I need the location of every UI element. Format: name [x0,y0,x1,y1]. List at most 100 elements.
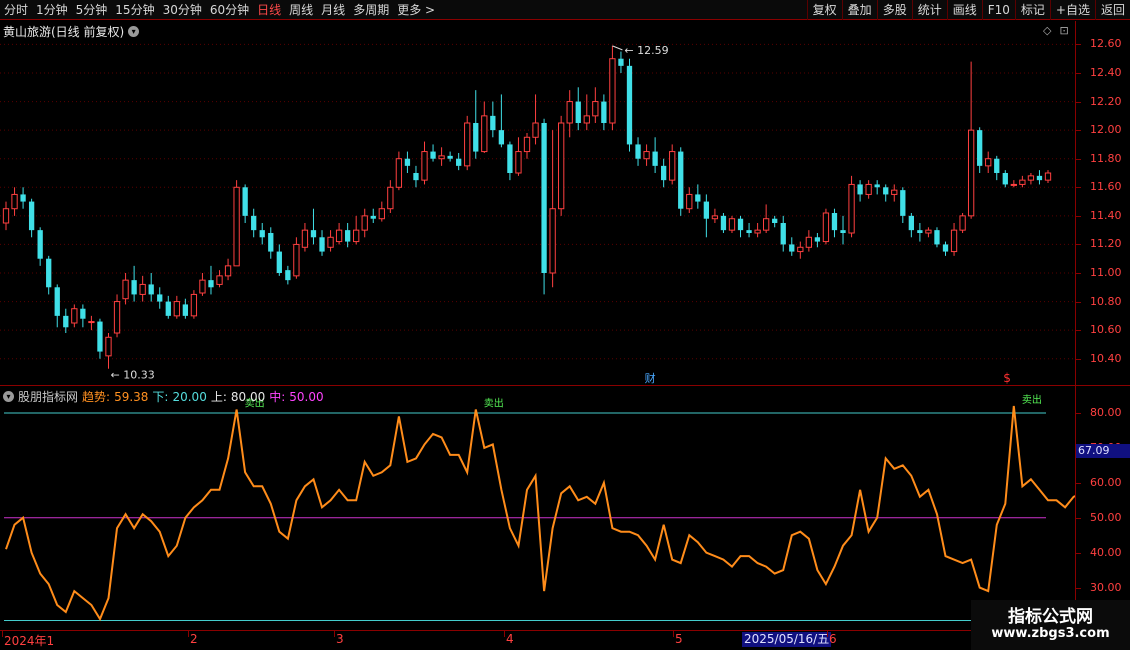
diamond-icon[interactable]: ◇ [1043,24,1051,37]
dividend-event-marker[interactable]: $ [1003,371,1011,385]
candle-body-down [661,165,667,181]
toolbar-button-1[interactable]: 叠加 [841,0,877,20]
low-price-label: ← 10.33 [110,369,154,382]
candle-body-down [242,187,248,216]
candle-body-up [199,279,206,294]
candle-body-down [498,130,505,145]
toolbar-button-5[interactable]: F10 [981,0,1015,20]
candle-body-down [268,233,274,252]
toolbar-button-7[interactable]: +自选 [1049,0,1095,20]
candle-body-up [643,151,650,160]
period-tab-7[interactable]: 周线 [285,0,317,20]
period-tab-5[interactable]: 60分钟 [206,0,253,20]
toolbar-button-3[interactable]: 统计 [911,0,947,20]
candle-body-down [37,230,43,259]
candle-body-up [532,122,539,138]
candle-body-down [575,101,581,123]
stock-title-bar[interactable]: 黄山旅游(日线 前复权) ▾ [3,23,140,40]
date-axis-label: 2024年1 [4,634,55,648]
toolbar-button-4[interactable]: 画线 [946,0,982,20]
period-tab-6[interactable]: 日线 [253,0,285,20]
period-tab-4[interactable]: 30分钟 [159,0,206,20]
toolbar-button-2[interactable]: 多股 [876,0,912,20]
candle-body-down [942,244,949,252]
chevron-down-icon[interactable]: ▾ [3,391,14,402]
price-axis-tick [1076,44,1081,46]
indicator-header[interactable]: ▾ 股朋指标网 趋势: 59.38 下: 20.00 上: 80.00 中: 5… [3,388,324,405]
candle-body-up [327,236,334,248]
price-axis-tick [1076,301,1081,303]
mid-value: 50.00 [289,389,324,404]
candle-body-up [711,215,719,220]
date-axis-label: 5 [675,632,683,646]
candle-body-down [883,187,889,195]
candle-body-down [490,115,496,131]
candle-body-down [772,218,778,223]
candle-body-up [865,183,872,195]
price-axis-tick [1076,215,1081,217]
watermark-url: www.zbgs3.com [991,626,1110,641]
toolbar-button-8[interactable]: 返回 [1094,0,1130,20]
candle-body-up [301,229,309,248]
indicator-axis-label: 30.00 [1090,580,1122,594]
period-tab-0[interactable]: 分时 [0,0,32,20]
chart-corner-icons: ◇ ⊡ [1043,24,1069,37]
period-tab-10[interactable]: 更多 > [393,0,439,20]
candle-body-up [950,229,958,253]
price-axis-label: 11.60 [1090,180,1122,194]
toolbar-button-0[interactable]: 复权 [806,0,842,20]
candle-body-down [310,230,317,238]
candle-body-down [447,155,453,159]
trend-key: 趋势: [82,390,111,404]
indicator-chart[interactable]: 卖出 卖出 卖出 [0,386,1075,630]
period-tab-3[interactable]: 15分钟 [111,0,158,20]
price-axis-tick [1076,187,1081,189]
candle-body-down [97,321,103,352]
candle-body-down [814,237,821,242]
candle-body-up [88,321,95,324]
candle-body-down [720,215,727,231]
candle-body-down [157,294,163,302]
chevron-down-icon[interactable]: ▾ [128,26,140,37]
candle-body-down [678,151,684,209]
toolbar-button-6[interactable]: 标记 [1014,0,1050,20]
candle-body-down [165,301,171,316]
toolbar-right-buttons: 复权 叠加 多股 统计 画线 F10 标记 +自选 返回 [806,0,1130,20]
candle-body-up [967,129,975,217]
settings-icon[interactable]: ⊡ [1059,24,1068,37]
candle-body-down [259,230,265,238]
candle-body-down [285,270,291,281]
sell-signal-label: 卖出 [484,396,504,409]
candle-body-down [917,230,923,233]
candle-body-down [473,123,479,152]
mid-key: 中: [269,390,286,404]
candle-body-down [404,158,411,166]
period-tab-2[interactable]: 5分钟 [72,0,112,20]
price-axis-label: 12.40 [1090,66,1122,79]
candle-body-down [789,244,795,252]
candle-body-up [71,308,78,324]
date-axis-label: 3 [336,632,344,646]
indicator-axis-tick [1076,517,1081,519]
indicator-axis-tick [1076,412,1081,414]
candle-body-down [695,194,701,202]
price-chart[interactable]: ← 12.59 ← 10.33 财 $ [0,21,1075,385]
indicator-axis-label: 80.00 [1090,405,1122,419]
candle-body-up [805,236,813,248]
candle-body-down [208,280,214,288]
period-tab-1[interactable]: 1分钟 [32,0,72,20]
candle-body-up [592,101,599,117]
candle-body-down [840,230,846,233]
upper-value: 80.00 [230,389,266,404]
period-tab-8[interactable]: 月线 [317,0,349,20]
candle-body-down [541,123,547,273]
candle-body-down [831,213,838,231]
candle-body-up [558,122,565,210]
price-axis-label: 11.20 [1090,237,1122,251]
cursor-date: 2025/05/16/五 [742,632,832,647]
finance-event-marker[interactable]: 财 [645,371,656,385]
candle-body-down [63,315,69,328]
period-tab-9[interactable]: 多周期 [349,0,393,20]
candle-body-up [762,218,770,231]
candle-body-up [233,186,240,267]
